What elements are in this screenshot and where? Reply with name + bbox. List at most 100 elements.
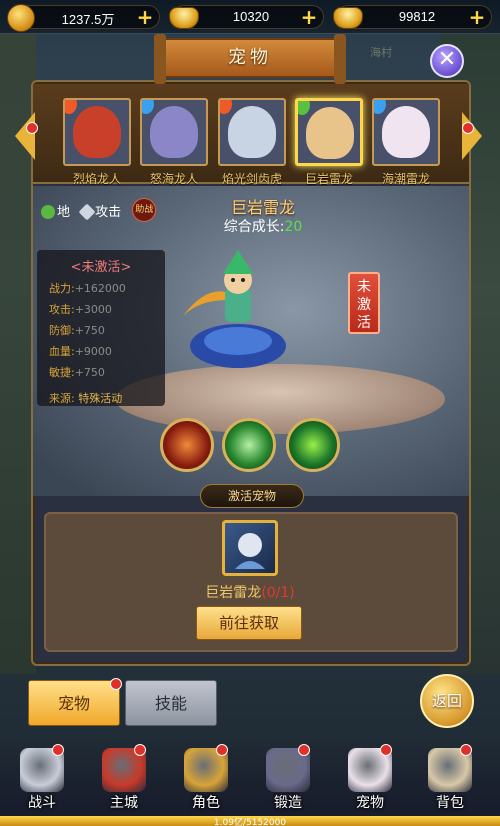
nav-item[interactable]: 锻造 — [252, 738, 324, 816]
source-line: 来源: 特殊活动 — [37, 390, 165, 406]
notification-dot — [462, 122, 474, 134]
close-button[interactable]: ✕ — [430, 44, 464, 78]
nav-item[interactable]: 背包 — [414, 738, 486, 816]
poison-skill-icon[interactable] — [286, 418, 340, 472]
inactive-char: 活 — [357, 315, 371, 331]
nav-label: 锻造 — [274, 795, 302, 811]
gold-ingot-icon — [333, 7, 363, 29]
stat-attack: 攻击:+3000 — [37, 301, 165, 317]
fire-element-icon — [65, 100, 77, 114]
pet-portrait — [382, 106, 430, 158]
notification-dot — [216, 744, 228, 756]
notification-dot — [134, 744, 146, 756]
pet-portrait — [150, 106, 198, 158]
locked-ingot-icon — [169, 7, 199, 29]
water-element-icon — [374, 100, 386, 114]
stat-value: +9000 — [74, 345, 112, 358]
pet-card-name: 巨岩雷龙 — [304, 172, 353, 186]
notification-dot — [110, 678, 122, 690]
fire-element-icon — [220, 100, 232, 114]
back-button[interactable]: 返回 — [420, 674, 474, 728]
bottom-nav: 战斗 主城 角色 锻造 宠物 背包 — [0, 738, 500, 816]
stat-label: 防御: — [49, 324, 75, 337]
goto-obtain-button[interactable]: 前往获取 — [196, 606, 302, 640]
notification-dot — [380, 744, 392, 756]
currency-locked-ingot: 10320 + — [169, 5, 324, 29]
notification-dot — [52, 744, 64, 756]
assist-badge: 助战 — [132, 198, 157, 222]
scroll-left-arrow[interactable] — [15, 112, 35, 160]
stat-value: +3000 — [74, 303, 112, 316]
scroll-right-arrow[interactable] — [462, 112, 482, 160]
pet-card-name: 烈焰龙人 — [72, 172, 121, 186]
wind-skill-icon[interactable] — [222, 418, 276, 472]
stats-panel: <未激活> 战力:+162000 攻击:+3000 防御:+750 血量:+90… — [37, 250, 165, 406]
currency-bar: 1237.5万 + 10320 + 99812 + — [0, 0, 500, 34]
currency-ingot: 99812 + — [333, 5, 492, 29]
tab-pet[interactable]: 宠物 — [28, 680, 120, 726]
inactive-char: 未 — [357, 279, 371, 295]
tab-skill[interactable]: 技能 — [125, 680, 217, 726]
stat-label: 攻击: — [49, 303, 75, 316]
nav-item[interactable]: 战斗 — [6, 738, 78, 816]
pet-card[interactable] — [218, 98, 286, 166]
pet-fragment-icon[interactable] — [222, 520, 278, 576]
pet-card-name: 怒海龙人 — [149, 172, 198, 186]
stat-power: 战力:+162000 — [37, 280, 165, 296]
locked-ingot-value: 10320 — [232, 9, 270, 24]
nav-item[interactable]: 宠物 — [334, 738, 406, 816]
growth-label: 综合成长: — [223, 219, 285, 235]
pet-card[interactable] — [372, 98, 440, 166]
earth-element-icon — [298, 101, 310, 115]
inactive-char: 激 — [357, 297, 371, 313]
inactive-tag-text: 未激活 — [350, 278, 378, 332]
stat-label: 战力: — [49, 282, 75, 295]
inactive-tag: 未激活 — [348, 272, 380, 334]
growth-line: 综合成长:20 — [193, 216, 333, 236]
activate-header: 激活宠物 — [200, 484, 304, 508]
nav-item[interactable]: 角色 — [170, 738, 242, 816]
type-badge: 攻击 — [78, 201, 122, 221]
stat-value: +162000 — [74, 282, 126, 295]
currency-coins: 1237.5万 + — [7, 4, 160, 32]
stat-label: 敏捷: — [49, 366, 75, 379]
gold-coin-icon — [7, 4, 35, 32]
notification-dot — [26, 122, 38, 134]
panel-title: 宠物 — [154, 34, 346, 84]
add-coins-button[interactable]: + — [135, 7, 155, 27]
pet-card[interactable] — [295, 98, 363, 166]
add-locked-ingot-button[interactable]: + — [299, 7, 319, 27]
type-label: 攻击 — [95, 204, 122, 220]
notification-dot — [298, 744, 310, 756]
add-ingot-button[interactable]: + — [467, 7, 487, 27]
fragment-label: 巨岩雷龙(0/1) — [150, 582, 350, 602]
growth-value: 20 — [284, 219, 303, 235]
sword-icon — [78, 203, 96, 221]
pet-card-name: 海潮雷龙 — [381, 172, 430, 186]
stat-label: 血量: — [49, 345, 75, 358]
nav-item[interactable]: 主城 — [88, 738, 160, 816]
fire-skill-icon[interactable] — [160, 418, 214, 472]
nav-label: 主城 — [110, 795, 138, 811]
exp-bar: 1.09亿/5152000 — [0, 816, 500, 826]
pet-card[interactable] — [140, 98, 208, 166]
pet-name-title: 巨岩雷龙 — [230, 198, 295, 217]
source-label: 来源: — [49, 392, 75, 405]
coins-value: 1237.5万 — [61, 12, 115, 27]
notification-dot — [460, 744, 472, 756]
nav-label: 战斗 — [28, 795, 56, 811]
fragment-portrait — [235, 533, 265, 569]
stat-hp: 血量:+9000 — [37, 343, 165, 359]
pet-card[interactable] — [63, 98, 131, 166]
ingot-value: 99812 — [398, 9, 436, 24]
pet-portrait — [73, 106, 121, 158]
nav-label: 宠物 — [356, 795, 384, 811]
leaf-icon — [41, 205, 55, 219]
element-badge: 地 — [41, 201, 70, 220]
exp-text: 1.09亿/5152000 — [213, 818, 287, 826]
stat-defense: 防御:+750 — [37, 322, 165, 338]
pet-card-name: 焰光剑齿虎 — [221, 172, 282, 186]
status-title: <未激活> — [70, 260, 132, 275]
pet-badges: 地 攻击 助战 — [41, 198, 157, 222]
stat-value: +750 — [74, 324, 105, 337]
